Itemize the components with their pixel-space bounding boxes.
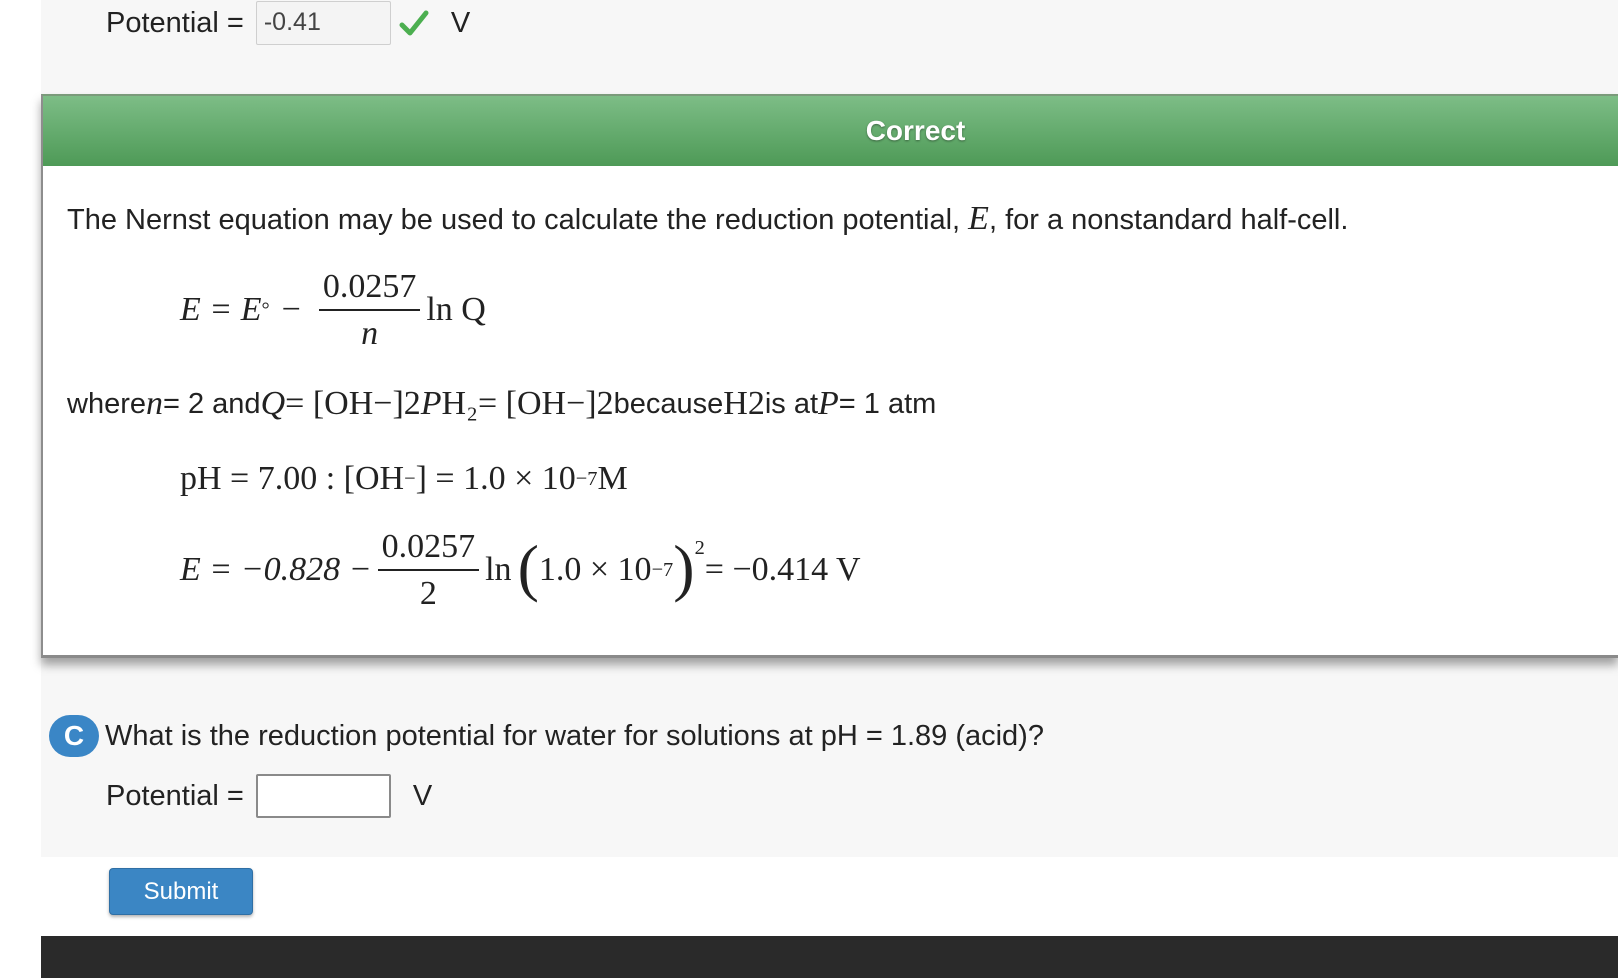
minus-sign: − (281, 291, 301, 328)
ph-line: pH = 7.00 : [OH −] = 1.0 × 10 −7 M (180, 451, 628, 507)
feedback-intro: The Nernst equation may be used to calcu… (67, 200, 1348, 238)
calc-result: = −0.414 V (704, 551, 861, 588)
q-simplified: = [OH (477, 385, 567, 422)
feedback-box: Correct The Nernst equation may be used … (41, 94, 1618, 658)
calc-inner-exponent: −7 (651, 558, 674, 581)
calc-denominator: 2 (419, 575, 437, 612)
calc-outer-exponent: 2 (694, 536, 705, 559)
p-symbol: P (818, 385, 839, 422)
previous-answer-row: Potential = -0.41 V (106, 0, 470, 46)
potential-label: Potential = (106, 6, 244, 39)
where-word: where (67, 387, 146, 420)
checkmark-icon (399, 10, 429, 36)
pressure-symbol: P (420, 385, 442, 422)
ln-term: ln Q (426, 291, 486, 328)
bracket: ] (585, 385, 597, 422)
calc-fraction: 0.0257 2 (377, 528, 480, 613)
intro-text-end: , for a nonstandard half-cell. (988, 204, 1349, 236)
atm-value: = 1 atm (838, 387, 937, 420)
calc-inner: 1.0 × 10 (538, 551, 652, 588)
exponent: 2 (596, 385, 614, 422)
ph-expression: pH = 7.00 : [OH (180, 460, 405, 497)
ph-concentration: ] = 1.0 × 10 (415, 460, 576, 497)
nernst-lhs: E = E (180, 291, 262, 328)
fraction-denominator: n (361, 315, 379, 352)
h2-subscript: 2 (747, 385, 765, 422)
calculation-line: E = −0.828 − 0.0257 2 ln ( 1.0 × 10 −7 ) 2… (180, 520, 861, 620)
calc-numerator: 0.0257 (377, 528, 480, 571)
fraction-numerator: 0.0257 (318, 268, 421, 311)
calc-ln: ln (485, 551, 512, 588)
feedback-header: Correct (43, 96, 1618, 166)
q-expression: = [OH (285, 385, 374, 422)
degree-symbol: ° (261, 298, 270, 321)
n-symbol: n (146, 385, 163, 422)
molar-unit: M (597, 460, 628, 497)
pressure-subscript: H₂ (441, 385, 478, 422)
intro-symbol: E (968, 200, 989, 237)
nernst-fraction: 0.0257 n (318, 268, 421, 353)
ph-exponent: −7 (575, 467, 598, 490)
unit-label: V (450, 6, 471, 39)
potential-answer-field[interactable]: -0.41 (255, 1, 391, 45)
part-c-answer-row: Potential = V (106, 772, 432, 820)
nernst-equation: E = E ° − 0.0257 n ln Q (180, 266, 486, 354)
h2-symbol: H (723, 385, 748, 422)
part-c-question-text: What is the reduction potential for wate… (105, 719, 1044, 752)
open-paren: ( (517, 532, 539, 603)
feedback-title: Correct (865, 115, 966, 146)
where-line: where n = 2 and Q = [OH −] 2 P H₂ = [OH −] 2 … (67, 376, 936, 432)
part-c-badge: C (49, 715, 99, 757)
because-word: because (613, 387, 724, 420)
bracket: ] (392, 385, 404, 422)
n-value: = 2 and (163, 387, 261, 420)
charge-sign: − (373, 385, 393, 422)
is-at-text: is at (764, 387, 818, 420)
potential-input[interactable] (255, 774, 391, 818)
charge-sign: − (404, 467, 416, 490)
unit-label: V (412, 779, 433, 812)
intro-text: The Nernst equation may be used to calcu… (67, 204, 969, 236)
close-paren: ) (673, 532, 695, 603)
part-c-question: C What is the reduction potential for wa… (49, 712, 1044, 760)
exponent: 2 (403, 385, 421, 422)
potential-label: Potential = (106, 779, 244, 812)
calc-lhs: E = −0.828 − (180, 551, 372, 588)
submit-button[interactable]: Submit (109, 868, 253, 915)
footer-bar (41, 936, 1618, 978)
q-symbol: Q (260, 385, 286, 422)
charge-sign: − (566, 385, 586, 422)
